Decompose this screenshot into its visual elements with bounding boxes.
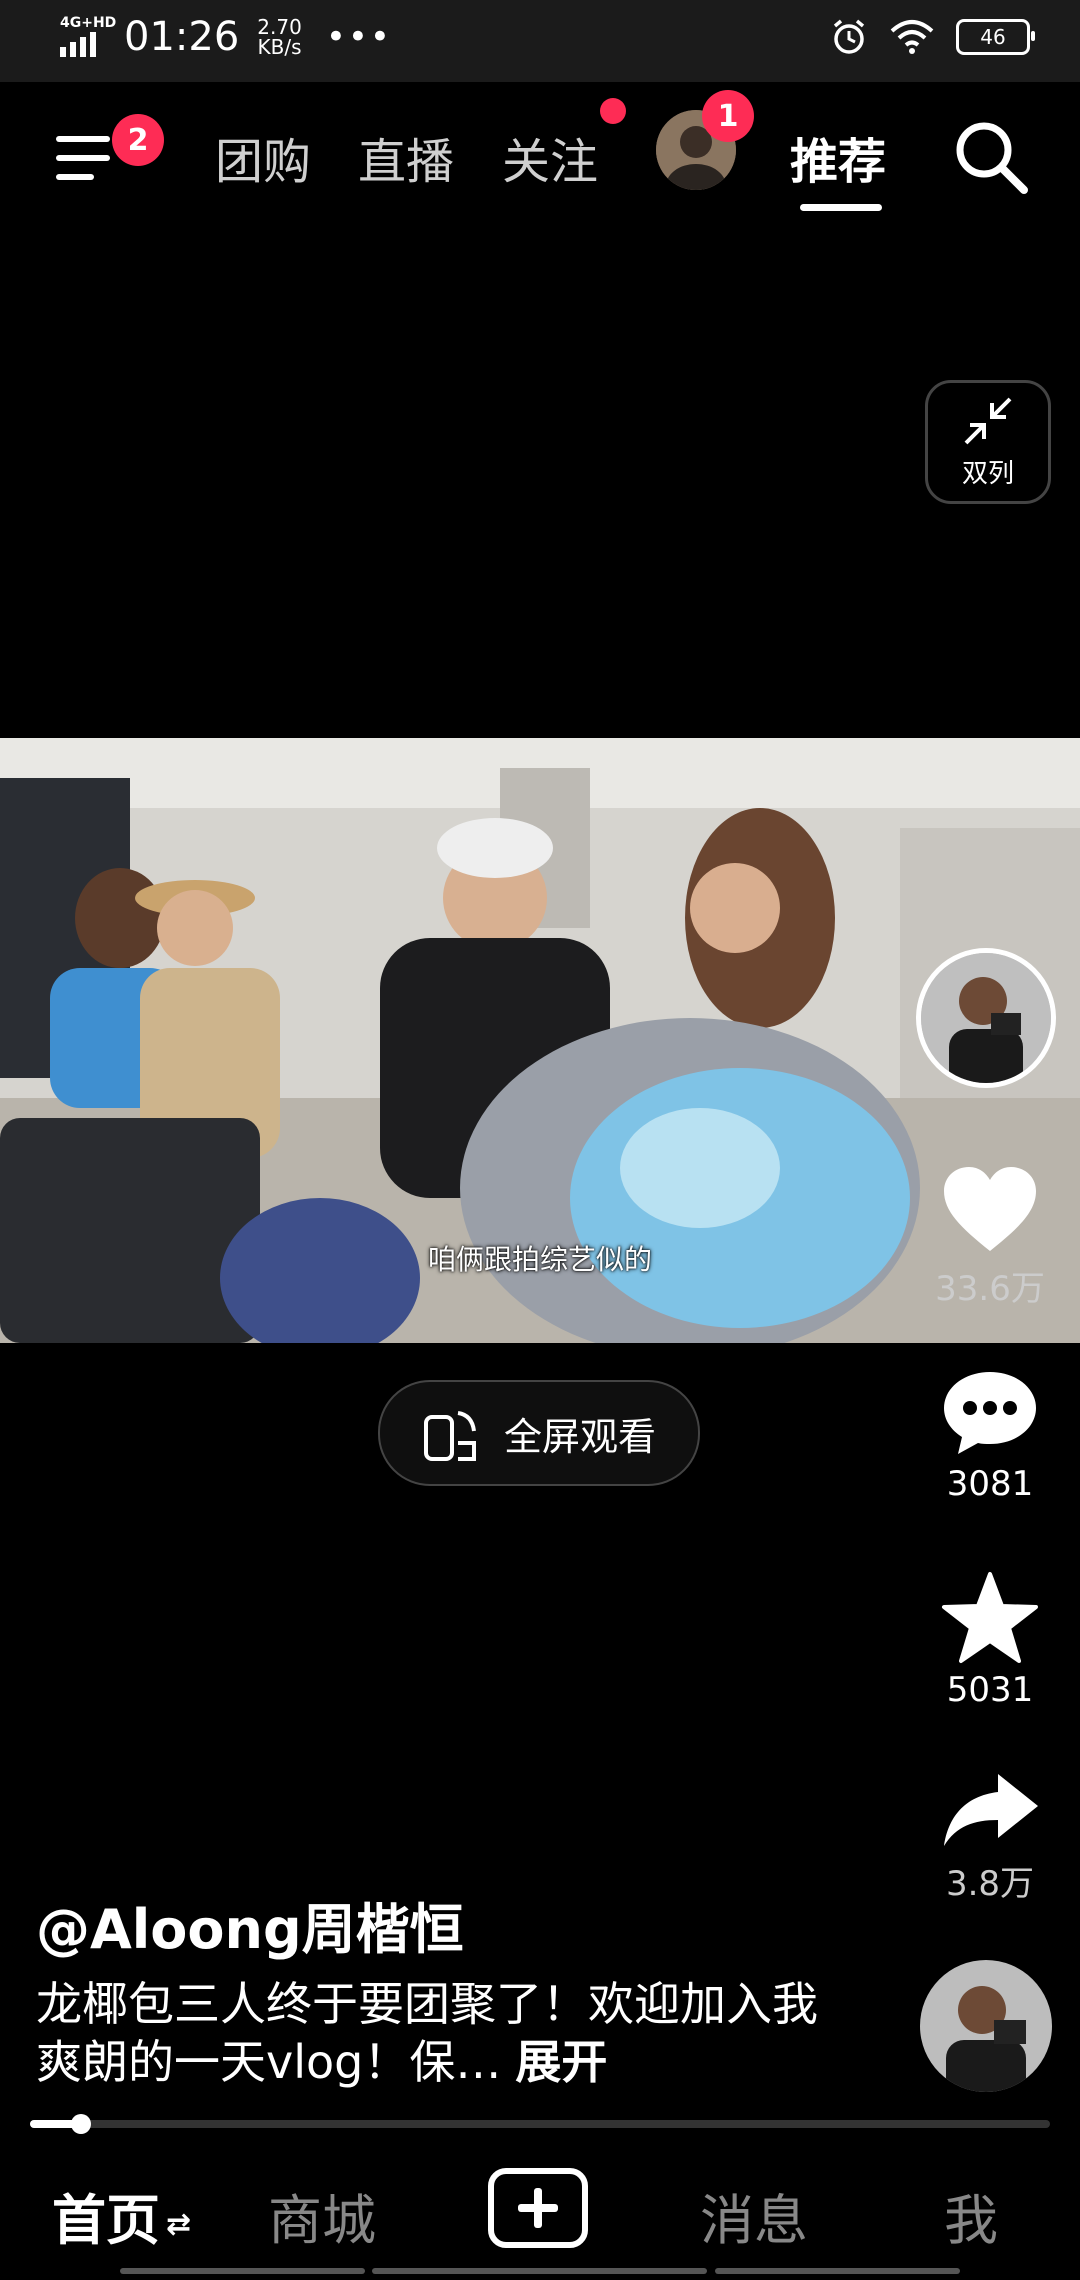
nav-me[interactable]: 我 <box>944 2176 998 2255</box>
create-button[interactable] <box>488 2168 588 2248</box>
avatar <box>920 1960 1052 2092</box>
battery-level: 46 <box>980 25 1006 49</box>
plus-icon <box>518 2188 558 2228</box>
nav-mall[interactable]: 商城 <box>268 2176 376 2255</box>
switch-icon: ⇄ <box>166 2206 192 2242</box>
avatar <box>921 953 1051 1083</box>
description-text: 龙椰包三人终于要团聚了！欢迎加入我爽朗的一天vlog！保… <box>36 1977 818 2089</box>
fullscreen-button[interactable]: 全屏观看 <box>378 1380 700 1486</box>
nav-messages[interactable]: 消息 <box>700 2176 808 2255</box>
status-bar: 4G+HD 01:26 2.70 KB/s ••• 46 <box>0 0 1080 82</box>
favorite-count: 5031 <box>946 1670 1034 1710</box>
comment-button[interactable]: 3081 <box>925 1368 1055 1504</box>
menu-button[interactable]: 2 <box>52 114 164 194</box>
more-status-icon: ••• <box>325 17 392 57</box>
expand-button[interactable]: 展开 <box>515 2035 607 2089</box>
battery-icon: 46 <box>956 19 1035 55</box>
alarm-icon <box>833 19 865 54</box>
favorite-button[interactable]: 5031 <box>925 1570 1055 1710</box>
signal-icon: 4G+HD <box>60 15 116 57</box>
video-subtitle: 咱俩跟拍综艺似的 <box>427 1243 652 1276</box>
creator-avatar[interactable] <box>916 948 1056 1088</box>
music-disc[interactable] <box>920 1960 1052 2092</box>
gesture-bar <box>372 2268 707 2274</box>
tab-live[interactable]: 直播 <box>358 122 454 192</box>
rotate-phone-icon <box>423 1411 476 1461</box>
top-nav: 2 团购 直播 关注 1 推荐 <box>0 82 1080 232</box>
tab-recommend[interactable]: 推荐 <box>790 122 886 192</box>
post-description: 龙椰包三人终于要团聚了！欢迎加入我爽朗的一天vlog！保… 展开 <box>36 1975 836 2091</box>
network-speed: 2.70 KB/s <box>257 17 302 57</box>
comment-count: 3081 <box>946 1464 1034 1504</box>
like-button[interactable]: 33.6万 <box>925 1165 1055 1310</box>
dual-column-button[interactable]: 双列 <box>925 380 1051 504</box>
tab-group-buy[interactable]: 团购 <box>215 122 311 192</box>
bottom-nav: 首页 ⇄ 商城 消息 我 <box>0 2140 1080 2280</box>
avatar-notification-badge: 1 <box>702 90 754 142</box>
playback-progress-bar[interactable] <box>30 2114 1050 2134</box>
progress-knob[interactable] <box>71 2114 91 2134</box>
gesture-bar <box>715 2268 960 2274</box>
comment-icon <box>944 1372 1036 1454</box>
menu-icon <box>56 136 110 180</box>
heart-icon <box>944 1167 1036 1251</box>
like-count: 33.6万 <box>935 1269 1045 1309</box>
collapse-icon <box>964 397 1012 444</box>
following-new-dot <box>600 98 626 124</box>
speed-value: 2.70 <box>257 15 302 39</box>
gesture-bar <box>120 2268 365 2274</box>
speed-unit: KB/s <box>257 35 302 59</box>
star-icon <box>942 1572 1038 1663</box>
nav-home[interactable]: 首页 ⇄ <box>52 2176 191 2255</box>
tab-following[interactable]: 关注 <box>502 122 598 192</box>
share-icon <box>944 1774 1038 1846</box>
nav-home-label: 首页 <box>52 2189 160 2252</box>
video-player[interactable]: 咱俩跟拍综艺似的 <box>0 738 1080 1343</box>
clock: 01:26 <box>124 14 240 60</box>
share-count: 3.8万 <box>945 1864 1035 1904</box>
dual-column-label: 双列 <box>961 458 1014 489</box>
network-type: 4G+HD <box>60 15 117 31</box>
fullscreen-label: 全屏观看 <box>503 1414 656 1459</box>
share-button[interactable]: 3.8万 <box>925 1770 1055 1905</box>
active-tab-indicator <box>800 204 882 211</box>
menu-notification-badge: 2 <box>112 114 164 166</box>
search-icon[interactable] <box>952 118 1030 196</box>
author-name[interactable]: @Aloong周楷恒 <box>36 1885 464 1964</box>
wifi-icon <box>890 20 934 54</box>
